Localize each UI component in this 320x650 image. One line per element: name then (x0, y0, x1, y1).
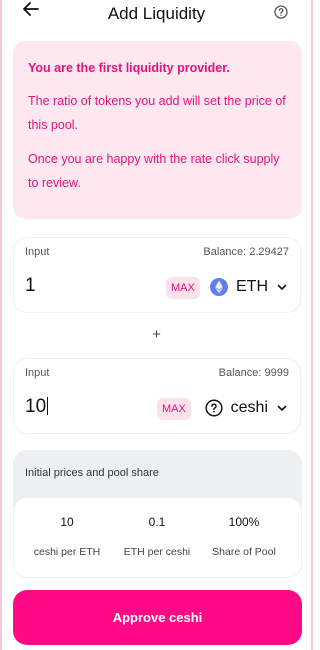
max-button[interactable]: MAX (166, 277, 200, 299)
stat-label: ceshi per ETH (33, 546, 101, 558)
left-border (0, 0, 2, 650)
notice-heading: You are the first liquidity provider. (28, 61, 230, 75)
stat-label: ETH per ceshi (123, 546, 191, 558)
token-selector-ceshi[interactable]: ceshi (205, 396, 287, 420)
plus-icon: + (152, 326, 161, 343)
notice-line-2: Once you are happy with the rate click s… (28, 152, 280, 190)
stat-value: 100% (228, 515, 260, 529)
stat-ceshi-per-eth: 10 ceshi per ETH (19, 515, 115, 558)
prices-heading: Initial prices and pool share (25, 467, 159, 479)
stat-eth-per-ceshi: 0.1 ETH per ceshi (109, 515, 205, 558)
approve-button[interactable]: Approve ceshi (13, 590, 302, 645)
stat-value: 10 (60, 515, 74, 529)
amount-value: 10 (25, 396, 47, 417)
token-name: ceshi (230, 399, 268, 416)
input-card-ceshi: Input Balance: 9999 10 MAX ceshi (13, 358, 301, 434)
help-icon[interactable] (273, 4, 289, 20)
chevron-down-icon (277, 284, 287, 291)
amount-input[interactable]: 10 (25, 396, 125, 418)
prices-and-pool-share: Initial prices and pool share 10 ceshi p… (13, 450, 302, 578)
notice-line-1: The ratio of tokens you add will set the… (28, 94, 286, 132)
token-name: ETH (236, 278, 268, 295)
input-card-eth: Input Balance: 2.29427 1 MAX ETH (13, 237, 301, 313)
stat-value: 0.1 (148, 515, 166, 529)
balance-text: Balance: 2.29427 (203, 246, 289, 258)
input-label: Input (25, 246, 50, 258)
balance-text: Balance: 9999 (218, 367, 289, 379)
amount-input[interactable]: 1 (25, 275, 125, 297)
text-caret (47, 397, 49, 415)
right-border (311, 0, 313, 650)
first-provider-notice: You are the first liquidity provider. Th… (13, 41, 302, 219)
unknown-token-icon (205, 399, 223, 417)
chevron-down-icon (277, 405, 287, 412)
prices-stats: 10 ceshi per ETH 0.1 ETH per ceshi 100% … (13, 497, 302, 578)
stat-label: Share of Pool (212, 546, 276, 558)
header: Add Liquidity (0, 0, 313, 30)
token-selector-eth[interactable]: ETH (210, 275, 287, 299)
ethereum-icon (210, 278, 228, 296)
stat-share-of-pool: 100% Share of Pool (196, 515, 292, 558)
add-liquidity-panel: Add Liquidity You are the first liquidit… (0, 0, 313, 650)
input-label: Input (25, 367, 50, 379)
page-title: Add Liquidity (107, 4, 206, 23)
max-button[interactable]: MAX (157, 398, 191, 420)
